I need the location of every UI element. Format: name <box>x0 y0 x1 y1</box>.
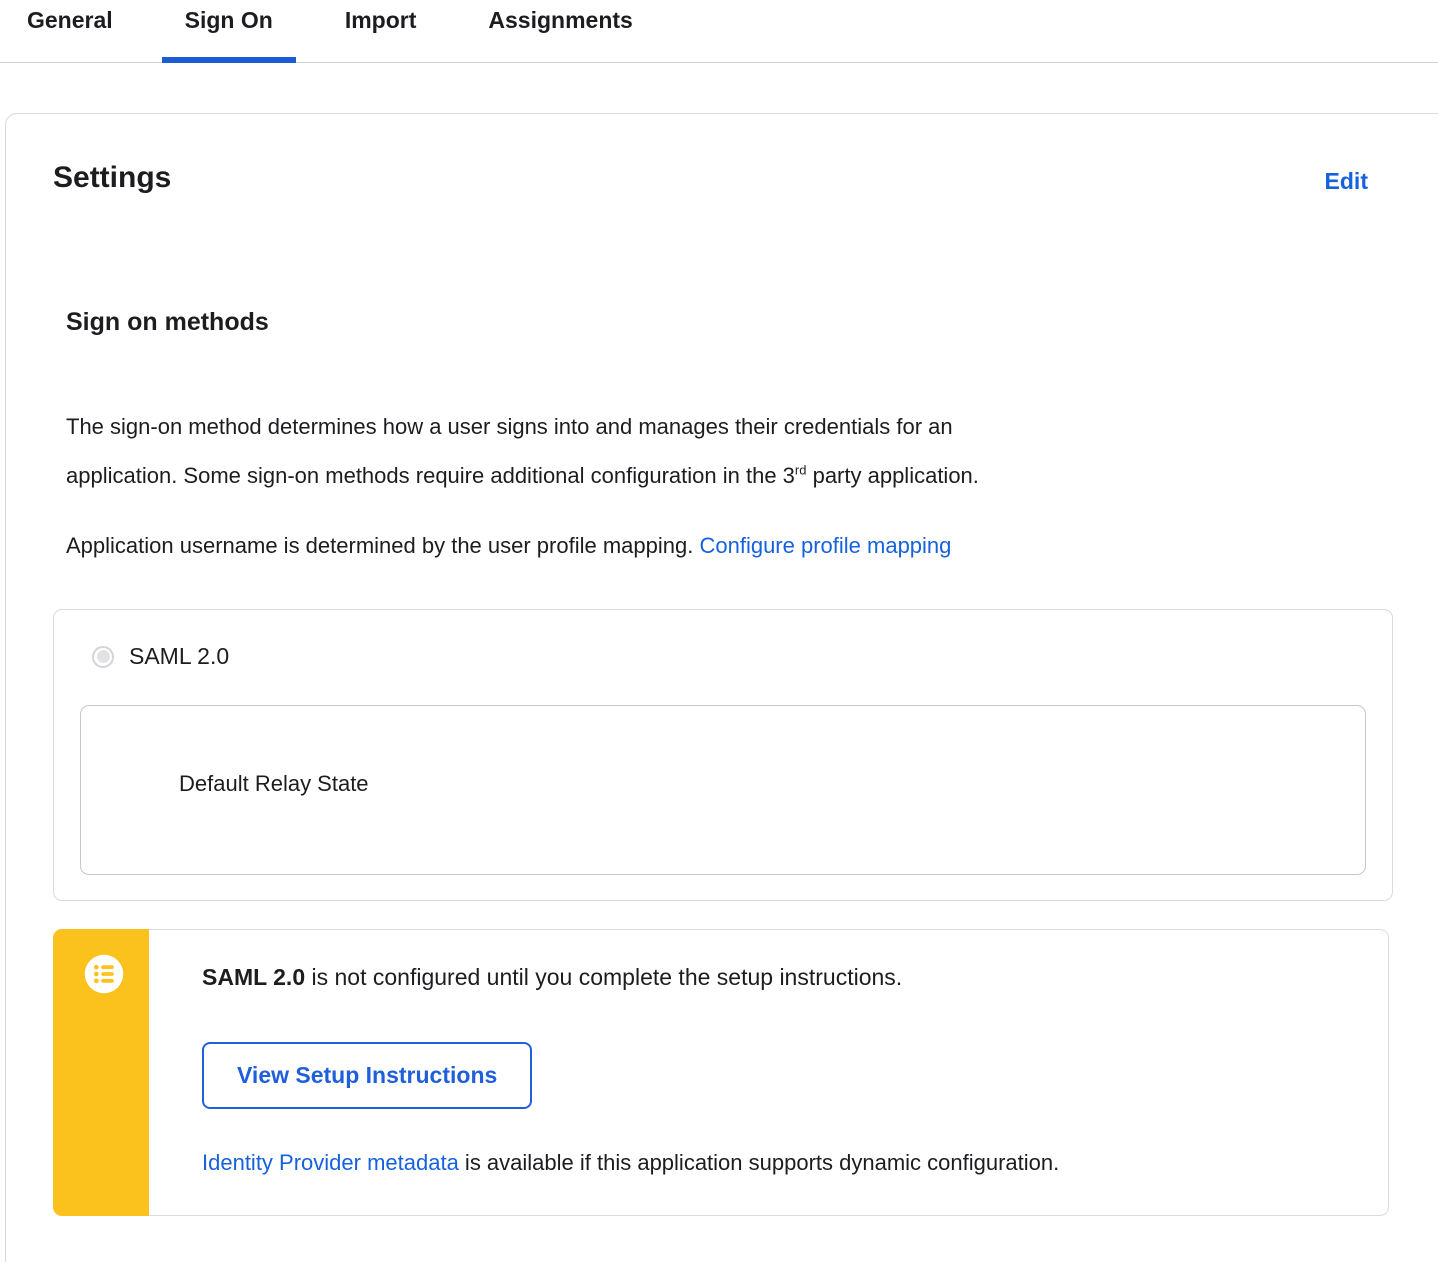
tab-import[interactable]: Import <box>322 0 440 63</box>
saml-radio-button[interactable] <box>92 645 114 668</box>
saml-method-box: SAML 2.0 Default Relay State <box>53 609 1393 901</box>
view-setup-instructions-button[interactable]: View Setup Instructions <box>202 1042 533 1109</box>
tab-general-label: General <box>27 7 113 33</box>
app-tab-bar: General Sign On Import Assignments <box>0 0 1438 63</box>
default-relay-state-label: Default Relay State <box>179 771 369 796</box>
callout-title: SAML 2.0 is not configured until you com… <box>202 963 1388 991</box>
saml-radio-label: SAML 2.0 <box>129 643 230 669</box>
sign-on-description: The sign-on method determines how a user… <box>66 402 1438 500</box>
username-mapping-line: Application username is determined by th… <box>66 521 1438 570</box>
description-line2: application. Some sign-on methods requir… <box>66 463 795 488</box>
tab-assignments[interactable]: Assignments <box>465 0 655 63</box>
tab-sign-on[interactable]: Sign On <box>161 0 296 63</box>
saml-radio-dot <box>96 650 110 663</box>
settings-card-inner: Settings Edit Sign on methods The sign-o… <box>6 114 1438 1216</box>
tab-import-label: Import <box>344 7 417 33</box>
identity-provider-metadata-link[interactable]: Identity Provider metadata <box>202 1150 459 1175</box>
saml-caution-callout: SAML 2.0 is not configured until you com… <box>53 929 1389 1216</box>
tab-sign-on-label: Sign On <box>184 7 273 33</box>
configure-profile-mapping-link[interactable]: Configure profile mapping <box>699 533 951 558</box>
tab-active-underline <box>161 57 296 63</box>
tab-general[interactable]: General <box>4 0 136 63</box>
relay-state-field-box: Default Relay State <box>80 705 1366 875</box>
list-icon <box>84 954 124 994</box>
username-mapping-text: Application username is determined by th… <box>66 533 700 558</box>
description-superscript: rd <box>794 462 807 478</box>
description-line1: The sign-on method determines how a user… <box>66 414 953 439</box>
saml-radio-row: SAML 2.0 <box>92 643 1392 670</box>
settings-card: Settings Edit Sign on methods The sign-o… <box>5 113 1438 1262</box>
settings-card-header: Settings Edit <box>53 160 1368 196</box>
edit-link[interactable]: Edit <box>1325 168 1368 195</box>
metadata-rest: is available if this application support… <box>458 1150 1060 1175</box>
callout-title-rest: is not configured until you complete the… <box>305 964 903 990</box>
tab-assignments-label: Assignments <box>488 7 633 33</box>
sign-on-methods-heading: Sign on methods <box>66 308 269 336</box>
page-title: Settings <box>53 161 172 194</box>
metadata-line: Identity Provider metadata is available … <box>202 1149 1388 1177</box>
callout-title-bold: SAML 2.0 <box>202 964 306 990</box>
description-line2-end: party application. <box>806 463 979 488</box>
